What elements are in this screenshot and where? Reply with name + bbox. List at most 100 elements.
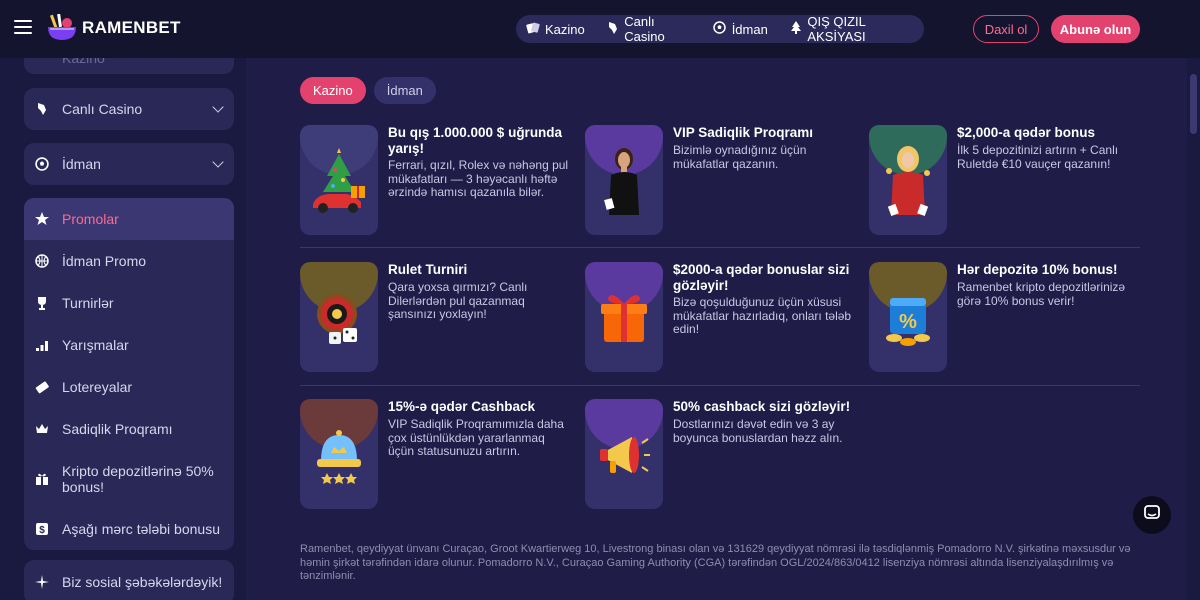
roulette-art [300,276,378,360]
chat-button[interactable] [1133,496,1171,534]
nav-qis-qizil-aksiyasi[interactable]: QIŞ QIZIL AKSİYASI [790,14,914,44]
promo-description: Ferrari, qızıl, Rolex və nəhəng pul müka… [388,158,569,199]
trophy-icon [34,295,50,311]
brand-name: RAMENBET [82,18,181,37]
percent-box-art: % [869,276,947,360]
nav-label: İdman [731,21,768,37]
nav-canli-casino[interactable]: Canlı Casino [607,14,691,44]
row-divider [300,385,1140,386]
promo-card[interactable]: % Hər depozitə 10% bonus! Ramenbet kript… [869,262,1139,374]
top-navigation: Kazino Canlı Casino İdman QIŞ QIZIL AKSİ… [516,14,924,44]
promo-description: Dostlarınızı dəvət edin və 3 ay boyunca … [673,417,843,445]
filter-idman[interactable]: İdman [373,77,436,104]
promo-title[interactable]: $2,000-a qədər bonus [957,125,1137,141]
sidebar-item-label: İdman Promo [62,253,147,269]
login-button[interactable]: Daxil ol [973,15,1039,43]
sidebar-item-label: Turnirlər [62,295,114,311]
promo-title[interactable]: $2000-a qədər bonuslar sizi gözləyir! [673,262,853,294]
sidebar-item-turnirler[interactable]: Turnirlər [24,282,234,324]
promo-title[interactable]: 50% cashback sizi gözləyir! [673,399,853,415]
promo-filters: Kazino İdman [300,77,436,104]
promo-card[interactable]: Rulet Turniri Qara yoxsa qırmızı? Canlı … [300,262,570,374]
scrollbar-thumb[interactable] [1190,74,1197,134]
sidebar-item-label: Kripto depozitlərinə 50% bonus! [62,463,214,495]
promo-thumbnail[interactable]: % [869,262,947,372]
sidebar-card-kazino[interactable]: Kazino [24,58,234,74]
sidebar-item-label: Aşağı mərc tələbi bonusu [62,521,220,537]
sidebar-item-asagi-merc[interactable]: $ Aşağı mərc tələbi bonusu [24,508,234,550]
promo-thumbnail[interactable] [300,399,378,509]
menu-icon[interactable] [14,20,32,34]
christmas-tree-icon [790,20,803,38]
sidebar-item-sadiqlik-proqrami[interactable]: Sadiqlik Proqramı [24,408,234,450]
nav-idman[interactable]: İdman [713,21,768,37]
sidebar-item-kripto-bonus[interactable]: Kripto depozitlərinə 50% bonus! [24,450,234,508]
sidebar-item-lotereyalar[interactable]: Lotereyalar [24,366,234,408]
sidebar-item-kazino[interactable]: Kazino [24,58,234,74]
dealer-hand-icon [34,101,50,117]
sidebar-item-idman-promo[interactable]: İdman Promo [24,240,234,282]
promo-thumbnail[interactable] [300,125,378,235]
sidebar-item-social[interactable]: Biz sosial şəbəkələrdəyik! [24,560,234,600]
nav-label: Kazino [545,21,585,37]
ramen-bowl-icon [46,13,78,42]
sidebar-item-label: Lotereyalar [62,379,133,395]
promo-card[interactable]: Bu qış 1.000.000 $ uğrunda yarış! Ferrar… [300,125,570,237]
megaphone-art [585,413,663,497]
svg-text:%: % [899,311,917,333]
promo-title[interactable]: Hər depozitə 10% bonus! [957,262,1137,278]
nav-label: QIŞ QIZIL AKSİYASI [807,14,866,44]
sparkle-icon [34,574,50,590]
filter-kazino[interactable]: Kazino [300,77,366,104]
sidebar-item-idman[interactable]: İdman [24,143,234,185]
promo-thumbnail[interactable] [585,125,663,235]
signup-button[interactable]: Abunə olun [1051,15,1140,43]
sidebar-item-yarismalar[interactable]: Yarışmalar [24,324,234,366]
dealer-woman-art [869,139,947,223]
promo-title[interactable]: 15%-ə qədər Cashback [388,399,568,415]
promo-card[interactable]: $2000-a qədər bonuslar sizi gözləyir! Bi… [585,262,855,374]
sidebar-card-canli-casino[interactable]: Canlı Casino [24,88,234,130]
promo-thumbnail[interactable] [869,125,947,235]
sidebar: Kazino Canlı Casino İdman Promolar İdman… [0,58,246,600]
sidebar-item-canli-casino[interactable]: Canlı Casino [24,88,234,130]
promo-card[interactable]: 15%-ə qədər Cashback VIP Sadiqlik Proqra… [300,399,570,511]
promo-card[interactable]: $2,000-a qədər bonus İlk 5 depozitinizi … [869,125,1139,237]
soccer-ball-icon [34,156,50,172]
chat-bubble-icon [1143,504,1161,527]
promo-thumbnail[interactable] [585,262,663,372]
brand-logo[interactable]: RAMENBET [46,13,181,42]
vip-woman-art [585,139,663,223]
sidebar-card-idman[interactable]: İdman [24,143,234,185]
christmas-car-art [300,139,378,223]
chevron-down-icon[interactable] [212,101,224,113]
promo-title[interactable]: VIP Sadiqlik Proqramı [673,125,853,141]
gift-icon [34,471,50,487]
chevron-down-icon[interactable] [212,156,224,168]
promo-description: Ramenbet kripto depozitlərinizə görə 10%… [957,280,1126,308]
sidebar-item-label: Kazino [62,58,105,66]
dealer-hand-icon [607,21,620,38]
sidebar-card-social[interactable]: Biz sosial şəbəkələrdəyik! [24,560,234,600]
nav-kazino[interactable]: Kazino [526,22,585,37]
sidebar-item-label: Canlı Casino [62,101,143,117]
promo-card[interactable]: 50% cashback sizi gözləyir! Dostlarınızı… [585,399,855,511]
promo-title[interactable]: Bu qış 1.000.000 $ uğrunda yarış! [388,125,568,157]
promo-description: Bizimlə oynadığınız üçün mükafatlar qaza… [673,143,807,171]
crown-icon [34,421,50,437]
sidebar-item-promolar[interactable]: Promolar [24,198,234,240]
promo-description: İlk 5 depozitinizi artırın + Canlı Rulet… [957,143,1119,171]
promo-card[interactable]: VIP Sadiqlik Proqramı Bizimlə oynadığını… [585,125,855,237]
row-divider [300,247,1140,248]
gift-box-art [585,276,663,360]
promo-thumbnail[interactable] [585,399,663,509]
promo-thumbnail[interactable] [300,262,378,372]
promo-description: Qara yoxsa qırmızı? Canlı Dilerlərdən pu… [388,280,528,321]
promo-title[interactable]: Rulet Turniri [388,262,568,278]
top-bar: RAMENBET Kazino Canlı Casino İdman QIŞ Q… [0,0,1200,58]
nav-label: Canlı Casino [624,14,665,44]
promo-description: Bizə qoşulduğunuz üçün xüsusi mükafatlar… [673,295,852,336]
dollar-icon: $ [34,521,50,537]
sidebar-promo-group: Promolar İdman Promo Turnirlər Yarışmala… [24,198,234,550]
page-scrollbar[interactable] [1187,58,1200,600]
